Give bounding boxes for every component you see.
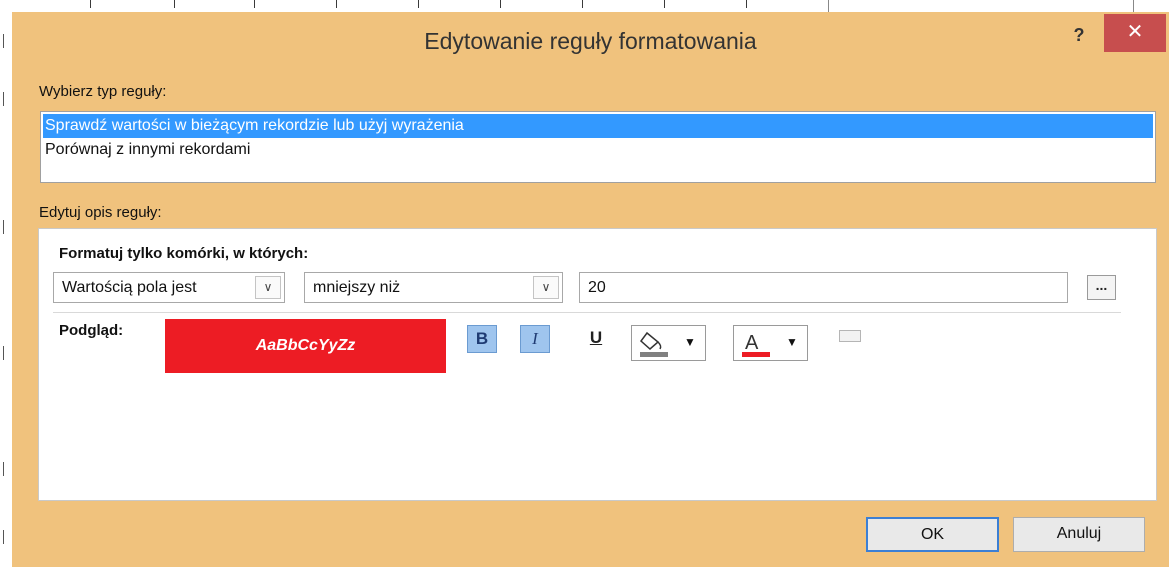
operator-dropdown[interactable]: mniejszy niż ∨: [304, 272, 563, 303]
italic-button[interactable]: I: [520, 325, 550, 353]
operator-value: mniejszy niż: [313, 279, 401, 296]
dialog-title: Edytowanie reguły formatowania: [424, 28, 757, 54]
column-divider: [582, 0, 583, 8]
column-divider: [746, 0, 747, 8]
expression-builder-button[interactable]: ...: [1087, 275, 1116, 300]
rule-type-label: Wybierz typ reguły:: [39, 83, 167, 100]
chevron-down-icon[interactable]: ▼: [786, 335, 798, 349]
ok-button[interactable]: OK: [866, 517, 999, 552]
font-color-icon: A: [742, 332, 770, 357]
column-divider: [500, 0, 501, 8]
row-marker: [3, 220, 4, 234]
paint-bucket-icon: [639, 331, 668, 357]
column-divider: [254, 0, 255, 8]
row-marker: [3, 462, 4, 476]
rule-description-label: Edytuj opis reguły:: [39, 204, 162, 221]
row-marker: [3, 34, 4, 48]
chevron-down-icon[interactable]: ∨: [255, 276, 281, 299]
row-marker: [3, 530, 4, 544]
close-button[interactable]: ✕: [1104, 14, 1166, 52]
preview-label: Podgląd:: [59, 322, 124, 339]
dialog-titlebar[interactable]: Edytowanie reguły formatowania ? ✕: [12, 12, 1169, 63]
help-button[interactable]: ?: [1064, 22, 1094, 48]
column-divider: [174, 0, 175, 8]
rule-type-list[interactable]: Sprawdź wartości w bieżącym rekordzie lu…: [40, 111, 1156, 183]
chevron-down-icon[interactable]: ∨: [533, 276, 559, 299]
row-marker: [3, 346, 4, 360]
condition-value-input[interactable]: [579, 272, 1068, 303]
rule-type-item[interactable]: Sprawdź wartości w bieżącym rekordzie lu…: [43, 114, 1153, 138]
rule-type-item[interactable]: Porównaj z innymi rekordami: [41, 138, 1155, 162]
condition-field-value: Wartością pola jest: [62, 279, 197, 296]
chevron-down-icon[interactable]: ▼: [684, 335, 696, 349]
font-color-button[interactable]: A ▼: [733, 325, 808, 361]
format-cells-label: Formatuj tylko komórki, w których:: [59, 245, 309, 262]
svg-text:A: A: [745, 332, 759, 354]
column-divider: [664, 0, 665, 8]
fill-color-button[interactable]: ▼: [631, 325, 706, 361]
preview-sample: AaBbCcYyZz: [165, 319, 446, 373]
row-marker: [3, 92, 4, 106]
divider: [53, 312, 1121, 313]
rule-description-panel: Formatuj tylko komórki, w których: Warto…: [38, 228, 1157, 501]
column-divider: [418, 0, 419, 8]
edit-formatting-rule-dialog: Edytowanie reguły formatowania ? ✕ Wybie…: [12, 12, 1169, 567]
bold-button[interactable]: B: [467, 325, 497, 353]
underline-button[interactable]: U: [581, 325, 611, 353]
condition-field-dropdown[interactable]: Wartością pola jest ∨: [53, 272, 285, 303]
conditional-format-toggle-button[interactable]: [839, 330, 861, 342]
cancel-button[interactable]: Anuluj: [1013, 517, 1145, 552]
column-divider: [90, 0, 91, 8]
column-divider: [336, 0, 337, 8]
